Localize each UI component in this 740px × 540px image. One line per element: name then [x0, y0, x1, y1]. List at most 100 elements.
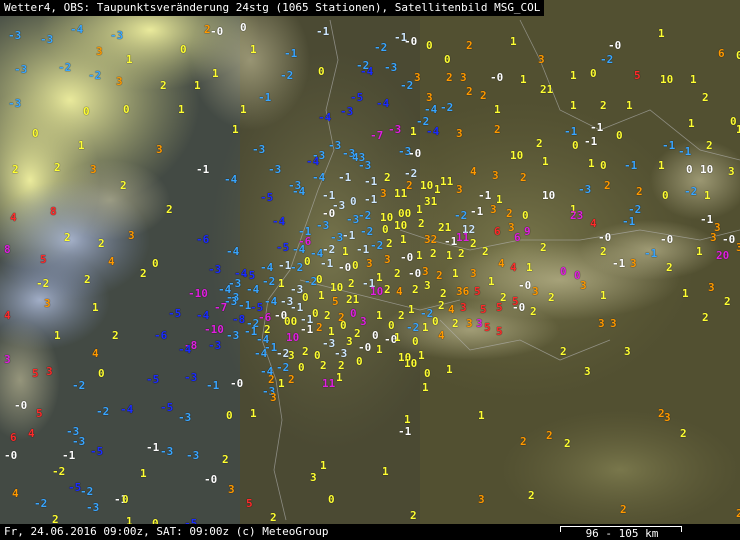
observation-value: 2 [398, 309, 405, 322]
observation-value: -2 [628, 203, 642, 216]
observation-value: 3 [532, 285, 539, 298]
observation-value: 2 [320, 359, 327, 372]
observation-value: 10 [660, 73, 674, 86]
observation-value: 1 [410, 125, 417, 138]
observation-value: -4 [196, 309, 210, 322]
observation-value: 4 [498, 257, 505, 270]
observation-value: 1 [250, 43, 257, 56]
observation-value: 3 [710, 231, 717, 244]
observation-value: 3 [270, 391, 277, 404]
observation-value: -3 [208, 263, 222, 276]
observation-value: -6 [258, 311, 272, 324]
observation-value: -0 [408, 147, 422, 160]
observation-value: 2 [600, 99, 607, 112]
observation-value: -0 [598, 231, 612, 244]
observation-value: -3 [328, 139, 342, 152]
observation-value: 1 [394, 331, 401, 344]
observation-value: 1 [376, 271, 383, 284]
observation-value: 2 [480, 89, 487, 102]
observation-value: -2 [360, 225, 374, 238]
observation-value: 0 [444, 53, 451, 66]
observation-value: 1 [400, 233, 407, 246]
observation-value: 9 [524, 225, 531, 238]
observation-value: 3 [538, 53, 545, 66]
observation-value: -4 [226, 245, 240, 258]
observation-value: 5 [36, 407, 43, 420]
observation-value: -4 [424, 103, 438, 116]
observation-value: 0 [240, 21, 247, 34]
observation-value: -4 [306, 155, 320, 168]
observation-value: 0 [152, 257, 159, 270]
observation-value: 1 [342, 245, 349, 258]
observation-value: -3 [110, 29, 124, 42]
observation-value: -4 [224, 173, 238, 186]
observation-value: 2 [536, 137, 543, 150]
observation-value: 5 [32, 367, 39, 380]
observation-value: 3 [476, 317, 483, 330]
observation-value: 5 [246, 497, 253, 510]
observation-value: 1 [478, 409, 485, 422]
satellite-image [0, 0, 740, 540]
observation-value: -1 [364, 175, 378, 188]
observation-value: 2 [410, 509, 417, 522]
observation-value: 2 [528, 489, 535, 502]
observation-value: -3 [86, 501, 100, 514]
observation-value: -0 [660, 233, 674, 246]
observation-value: 3 [466, 317, 473, 330]
observation-value: 2 [520, 171, 527, 184]
observation-value: 0 [432, 315, 439, 328]
observation-value: 0 [662, 189, 669, 202]
observation-value: 3 [128, 229, 135, 242]
observation-value: 2 [64, 231, 71, 244]
observation-value: -2 [404, 167, 418, 180]
observation-value: -1 [364, 193, 378, 206]
observation-value: -1 [206, 379, 220, 392]
observation-value: 3 [736, 241, 740, 254]
map-area: -3 -3 -4 -3 -3 -2 -2 -3 0 1 -1 2 0 -0 1 -1 -2 0 3 1 1 3 2 0 -1 1 0… [0, 0, 740, 540]
observation-value: 2 [160, 79, 167, 92]
observation-value: -2 [280, 69, 294, 82]
observation-value: 0 [352, 259, 359, 272]
observation-value: 10 [286, 331, 300, 344]
observation-value: 1 [382, 465, 389, 478]
observation-value: -10 [204, 323, 224, 336]
observation-value: -1 [644, 247, 658, 260]
observation-value: -2 [52, 465, 66, 478]
observation-value: 1 [376, 309, 383, 322]
observation-value: 2 [520, 435, 527, 448]
observation-value: 1 [526, 261, 533, 274]
observation-value: 2 [438, 299, 445, 312]
observation-value: -0 [404, 35, 418, 48]
observation-value: 3 [96, 45, 103, 58]
observation-value: 1 [376, 343, 383, 356]
observation-value: -0 [518, 279, 532, 292]
observation-value: 1 [588, 157, 595, 170]
observation-value: -1 [678, 145, 692, 158]
observation-value: 2 [506, 207, 513, 220]
observation-value: 0 [736, 49, 740, 62]
observation-value: 1 [682, 287, 689, 300]
observation-value: 2 [384, 171, 391, 184]
observation-value: -6 [196, 233, 210, 246]
observation-value: 1 [318, 289, 325, 302]
observation-value: -5 [276, 241, 290, 254]
observation-value: 3 [584, 365, 591, 378]
observation-value: 0 [98, 367, 105, 380]
observation-value: -4 [120, 403, 134, 416]
observation-value: 5 [40, 253, 47, 266]
observation-value: -2 [36, 277, 50, 290]
observation-value: 0 [616, 129, 623, 142]
observation-value: 2 [54, 161, 61, 174]
observation-value: -3 [226, 329, 240, 342]
observation-value: 1 [240, 103, 247, 116]
observation-value: 2 [120, 179, 127, 192]
observation-value: 2 [446, 71, 453, 84]
observation-value: 1 [54, 329, 61, 342]
observation-value: 5 [480, 303, 487, 316]
observation-value: 3 [424, 279, 431, 292]
observation-value: 3 [456, 183, 463, 196]
observation-value: -6 [298, 235, 312, 248]
observation-value: 0 [318, 65, 325, 78]
observation-value: 2 [680, 427, 687, 440]
observation-value: 2 [302, 345, 309, 358]
